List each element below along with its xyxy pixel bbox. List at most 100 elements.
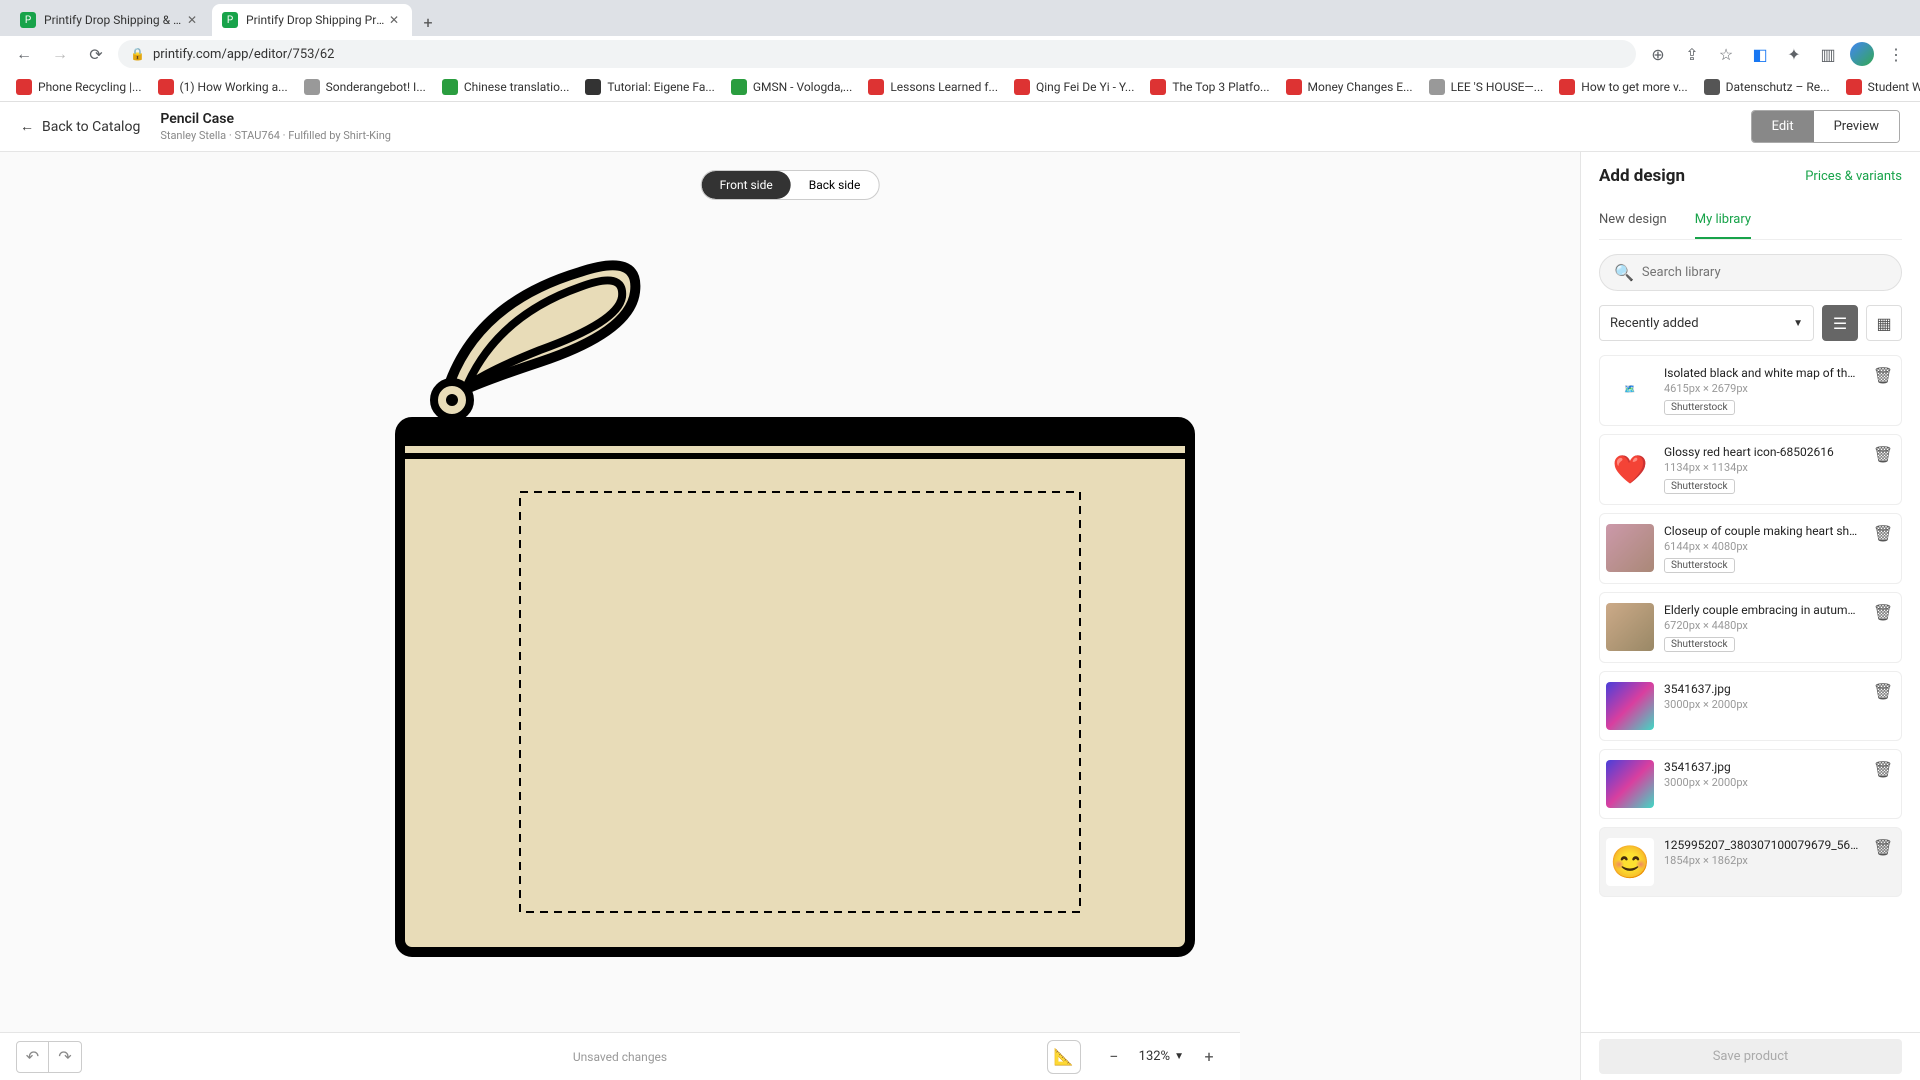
sort-row: Recently added ▼ ☰ ▦ [1599, 305, 1902, 341]
delete-icon[interactable]: 🗑 [1871, 838, 1895, 857]
sort-select[interactable]: Recently added ▼ [1599, 305, 1814, 341]
library-item[interactable]: 3541637.jpg 3000px × 2000px 🗑 [1599, 671, 1902, 741]
new-tab-button[interactable]: + [414, 8, 442, 36]
share-icon[interactable]: ⇪ [1678, 40, 1706, 68]
bookmark-favicon [16, 79, 32, 95]
library-item-dimensions: 6720px × 4480px [1664, 619, 1861, 632]
list-view-button[interactable]: ☰ [1822, 305, 1858, 341]
bookmark-item[interactable]: Lessons Learned f... [862, 75, 1004, 99]
avatar-icon[interactable] [1848, 40, 1876, 68]
zoom-value[interactable]: 132% ▼ [1135, 1049, 1188, 1064]
bookmark-label: Phone Recycling |... [38, 80, 142, 94]
redo-button[interactable]: ↷ [49, 1042, 81, 1072]
browser-tab[interactable]: P Printify Drop Shipping & Printi ✕ [10, 4, 210, 36]
preview-button[interactable]: Preview [1814, 111, 1899, 142]
arrow-left-icon: ← [20, 118, 34, 135]
bookmark-item[interactable]: GMSN - Vologda,... [725, 75, 858, 99]
library-item-dimensions: 4615px × 2679px [1664, 382, 1861, 395]
facebook-ext-icon[interactable]: ◧ [1746, 40, 1774, 68]
side-panel: Add design Prices & variants New design … [1580, 152, 1920, 1080]
bookmark-item[interactable]: Money Changes E... [1280, 75, 1419, 99]
canvas-area[interactable]: Front side Back side [0, 152, 1580, 1080]
bookmark-item[interactable]: Chinese translatio... [436, 75, 576, 99]
bookmark-item[interactable]: Tutorial: Eigene Fa... [579, 75, 720, 99]
bookmark-item[interactable]: LEE 'S HOUSE—... [1423, 75, 1550, 99]
bookmarks-bar: Phone Recycling |... (1) How Working a...… [0, 72, 1920, 102]
library-thumb: 😊 [1606, 838, 1654, 886]
library-item-dimensions: 6144px × 4080px [1664, 540, 1861, 553]
bookmark-favicon [442, 79, 458, 95]
bookmark-item[interactable]: Student Wants and... [1840, 75, 1920, 99]
bookmark-item[interactable]: The Top 3 Platfo... [1144, 75, 1275, 99]
tab-new-design[interactable]: New design [1599, 204, 1667, 239]
product-info: Pencil Case Stanley Stella · STAU764 · F… [160, 111, 391, 142]
bookmark-item[interactable]: Qing Fei De Yi - Y... [1008, 75, 1140, 99]
edit-button[interactable]: Edit [1752, 111, 1814, 142]
save-product-button[interactable]: Save product [1599, 1039, 1902, 1074]
zoom-out-button[interactable]: − [1099, 1042, 1129, 1072]
bookmark-favicon [731, 79, 747, 95]
back-side-tab[interactable]: Back side [791, 171, 879, 199]
bottom-bar: ↶ ↷ Unsaved changes 📐 − 132% ▼ + [0, 1032, 1240, 1080]
side-selector: Front side Back side [701, 170, 880, 200]
reload-button[interactable]: ⟳ [82, 40, 110, 68]
product-mockup[interactable] [380, 242, 1200, 962]
delete-icon[interactable]: 🗑 [1871, 445, 1895, 464]
library-item-name: 3541637.jpg [1664, 760, 1861, 774]
close-icon[interactable]: ✕ [386, 12, 402, 28]
bookmark-item[interactable]: (1) How Working a... [152, 75, 294, 99]
bookmark-item[interactable]: Sonderangebot! I... [298, 75, 432, 99]
close-icon[interactable]: ✕ [184, 12, 200, 28]
library-item-info: Isolated black and white map of the word… [1664, 366, 1861, 415]
undo-button[interactable]: ↶ [17, 1042, 49, 1072]
library-item-info: Closeup of couple making heart shape wit… [1664, 524, 1861, 573]
bookmark-label: The Top 3 Platfo... [1172, 80, 1269, 94]
library-item-info: 125995207_380307100079679_5698227532... … [1664, 838, 1861, 867]
front-side-tab[interactable]: Front side [702, 171, 791, 199]
prices-variants-link[interactable]: Prices & variants [1805, 169, 1902, 184]
bookmark-favicon [1846, 79, 1862, 95]
tab-favicon: P [20, 12, 36, 28]
library-item[interactable]: 🗺️ Isolated black and white map of the w… [1599, 355, 1902, 426]
library-item-dimensions: 1854px × 1862px [1664, 854, 1861, 867]
library-item[interactable]: Elderly couple embracing in autumn park … [1599, 592, 1902, 663]
bookmark-icon[interactable]: ☆ [1712, 40, 1740, 68]
ruler-button[interactable]: 📐 [1047, 1040, 1081, 1074]
library-item[interactable]: Closeup of couple making heart shape wit… [1599, 513, 1902, 584]
bookmark-item[interactable]: Datenschutz – Re... [1698, 75, 1836, 99]
menu-icon[interactable]: ⋮ [1882, 40, 1910, 68]
bookmark-label: (1) How Working a... [180, 80, 288, 94]
delete-icon[interactable]: 🗑 [1871, 603, 1895, 622]
library-item[interactable]: 3541637.jpg 3000px × 2000px 🗑 [1599, 749, 1902, 819]
zoom-in-button[interactable]: + [1194, 1042, 1224, 1072]
back-button[interactable]: ← [10, 40, 38, 68]
bookmark-item[interactable]: Phone Recycling |... [10, 75, 148, 99]
header-actions: Edit Preview [1751, 110, 1900, 143]
save-bar: Save product [1581, 1032, 1920, 1080]
chevron-down-icon: ▼ [1793, 318, 1803, 329]
delete-icon[interactable]: 🗑 [1871, 524, 1895, 543]
grid-view-button[interactable]: ▦ [1866, 305, 1902, 341]
library-item-badge: Shutterstock [1664, 400, 1735, 415]
search-library[interactable]: 🔍 [1599, 254, 1902, 291]
delete-icon[interactable]: 🗑 [1871, 760, 1895, 779]
delete-icon[interactable]: 🗑 [1871, 682, 1895, 701]
url-field[interactable]: 🔒 printify.com/app/editor/753/62 [118, 40, 1636, 68]
extensions-icon[interactable]: ✦ [1780, 40, 1808, 68]
bookmark-label: Tutorial: Eigene Fa... [607, 80, 714, 94]
address-bar: ← → ⟳ 🔒 printify.com/app/editor/753/62 ⊕… [0, 36, 1920, 72]
bookmark-label: Qing Fei De Yi - Y... [1036, 80, 1134, 94]
translate-icon[interactable]: ⊕ [1644, 40, 1672, 68]
bookmark-item[interactable]: How to get more v... [1553, 75, 1693, 99]
lock-icon: 🔒 [130, 47, 145, 61]
search-input[interactable] [1642, 265, 1887, 280]
back-to-catalog[interactable]: ← Back to Catalog [20, 118, 140, 135]
library-item[interactable]: 😊 125995207_380307100079679_5698227532..… [1599, 827, 1902, 897]
delete-icon[interactable]: 🗑 [1871, 366, 1895, 385]
tab-my-library[interactable]: My library [1695, 204, 1751, 239]
library-item[interactable]: ❤️ Glossy red heart icon-68502616 1134px… [1599, 434, 1902, 505]
bookmark-label: Money Changes E... [1308, 80, 1413, 94]
reading-list-icon[interactable]: ▥ [1814, 40, 1842, 68]
browser-tab-active[interactable]: P Printify Drop Shipping Print on ✕ [212, 4, 412, 36]
forward-button[interactable]: → [46, 40, 74, 68]
